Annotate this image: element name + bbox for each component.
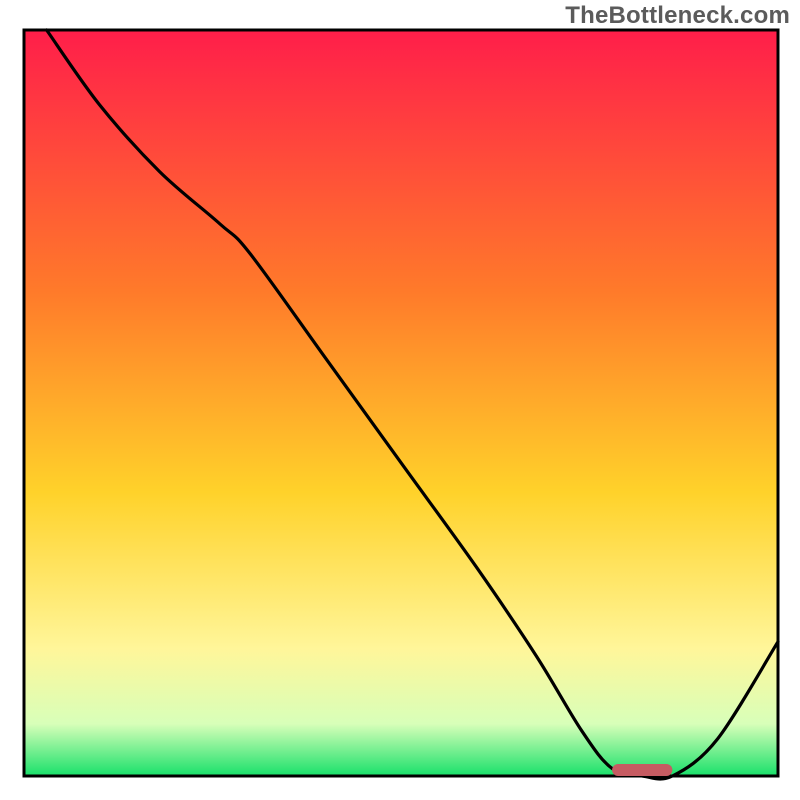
optimal-marker bbox=[612, 764, 672, 776]
plot-area bbox=[24, 30, 778, 776]
plot-background bbox=[24, 30, 778, 776]
bottleneck-chart bbox=[0, 0, 800, 800]
chart-root: TheBottleneck.com bbox=[0, 0, 800, 800]
watermark-text: TheBottleneck.com bbox=[565, 2, 790, 30]
